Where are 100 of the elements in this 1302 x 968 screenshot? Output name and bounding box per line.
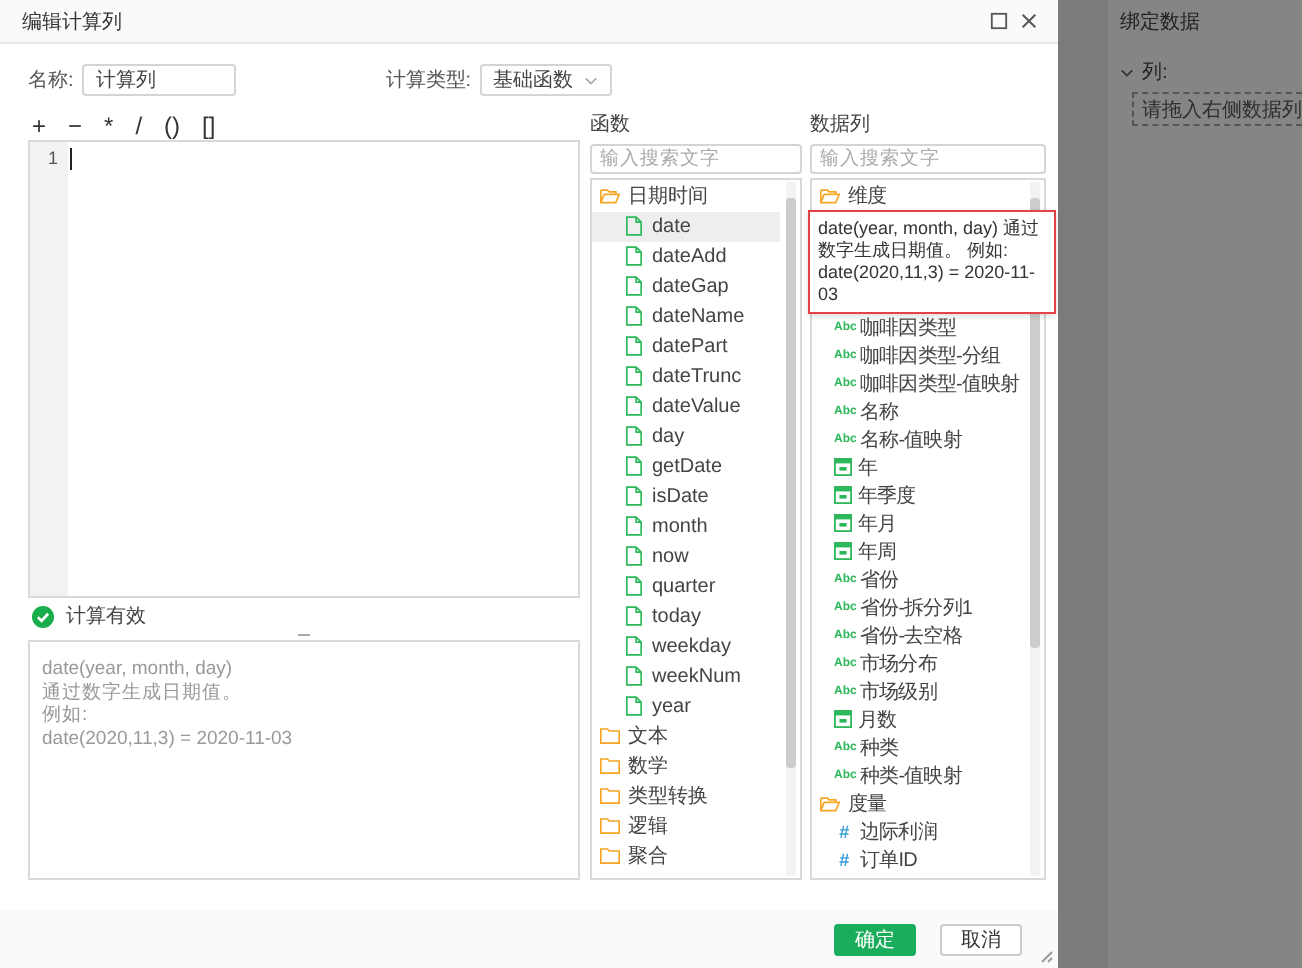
resize-grip-icon[interactable] [1038, 948, 1054, 964]
tooltip: date(year, month, day) 通过数字生成日期值。 例如: date(2020,11,3) = 2020-11-03 [808, 209, 1056, 314]
resize-handle[interactable] [298, 633, 310, 636]
column-name: 省份-去空格 [860, 623, 962, 650]
category-item[interactable]: 聚合 [592, 841, 780, 872]
function-item[interactable]: dateAdd [592, 241, 780, 272]
data-column-item[interactable]: # 订单ID [812, 845, 1028, 874]
data-column-item[interactable]: 月数 [812, 705, 1028, 734]
category-item[interactable]: 数学 [592, 751, 780, 782]
data-column-item[interactable]: # 边际利润 [812, 817, 1028, 846]
column-name: 月数 [858, 707, 897, 734]
function-item[interactable]: dateName [592, 301, 780, 332]
function-item[interactable]: dateGap [592, 271, 780, 302]
function-item[interactable]: datePart [592, 331, 780, 362]
function-item[interactable]: getDate [592, 451, 780, 482]
group-item[interactable]: 度量 [812, 789, 1028, 818]
document-icon [624, 366, 644, 387]
function-item[interactable]: weekNum [592, 661, 780, 692]
status-text: 计算有效 [66, 603, 146, 631]
document-icon [624, 576, 644, 597]
group-item[interactable]: 维度 [812, 181, 1028, 210]
cancel-button[interactable]: 取消 [940, 923, 1022, 955]
maximize-icon[interactable] [990, 12, 1008, 30]
function-item[interactable]: weekday [592, 631, 780, 662]
column-name: 省份-拆分列1 [860, 595, 973, 622]
function-item[interactable]: dateTrunc [592, 361, 780, 392]
column-name: 边际利润 [860, 819, 937, 846]
search-field[interactable]: 输入搜索文字 [810, 144, 1046, 174]
operator-button[interactable]: − [64, 114, 87, 138]
operator-button[interactable]: [] [198, 114, 220, 138]
function-item[interactable]: isDate [592, 481, 780, 512]
chevron-icon[interactable] [1120, 67, 1134, 77]
text-cursor [70, 148, 72, 170]
category-item[interactable]: 逻辑 [592, 811, 780, 842]
data-column-item[interactable]: 年月 [812, 509, 1028, 538]
data-column-item[interactable]: 年季度 [812, 481, 1028, 510]
panel-title: 绑定数据 [1120, 9, 1200, 36]
function-item[interactable]: date [592, 211, 780, 242]
column-name: 年周 [858, 539, 897, 566]
close-icon[interactable] [1020, 12, 1038, 30]
number-type-icon: # [834, 849, 854, 870]
drop-zone[interactable]: 请拖入右侧数据列 [1132, 92, 1302, 126]
calc-type-select[interactable]: 基础函数 [479, 64, 612, 96]
operator-button[interactable]: + [28, 114, 51, 138]
document-icon [624, 636, 644, 657]
function-item[interactable]: year [592, 691, 780, 722]
document-icon [624, 276, 644, 297]
operator-button[interactable]: () [160, 114, 185, 138]
formula-editor[interactable]: 1 [28, 140, 580, 599]
document-icon [624, 456, 644, 477]
category-name: 文本 [628, 723, 668, 751]
function-item[interactable]: quarter [592, 571, 780, 602]
function-item[interactable]: today [592, 601, 780, 632]
search-field[interactable]: 输入搜索文字 [590, 144, 802, 174]
category-name: 日期时间 [628, 183, 708, 211]
column-name: 年季度 [858, 483, 916, 510]
column-name: 咖啡因类型 [860, 315, 957, 342]
column-name: 名称 [860, 399, 899, 426]
operator-button[interactable]: * [100, 114, 118, 138]
document-icon [624, 516, 644, 537]
description-text: 例如: [42, 706, 90, 728]
data-column-item[interactable]: 年周 [812, 537, 1028, 566]
operator-button[interactable]: / [131, 114, 147, 138]
column-name: 市场分布 [860, 651, 937, 678]
column-name: 订单ID [860, 847, 917, 874]
document-icon [624, 426, 644, 447]
number-type-icon: # [834, 821, 854, 842]
column-name: 咖啡因类型-值映射 [860, 371, 1020, 398]
category-item[interactable]: 文本 [592, 721, 780, 752]
document-icon [624, 336, 644, 357]
name-field[interactable]: 计算列 [81, 64, 236, 96]
document-icon [624, 666, 644, 687]
data-column-item[interactable]: 年 [812, 453, 1028, 482]
calendar-icon [834, 486, 852, 505]
function-item[interactable]: dateValue [592, 391, 780, 422]
function-item[interactable]: day [592, 421, 780, 452]
calendar-icon [834, 458, 852, 477]
function-item[interactable]: now [592, 541, 780, 572]
chevron-down-icon [583, 75, 598, 85]
dialog-title: 编辑计算列 [22, 9, 122, 35]
section-label: 列: [1142, 60, 1168, 86]
category-name: 聚合 [628, 844, 668, 871]
category-item[interactable]: 日期时间 [592, 181, 780, 212]
scrollbar[interactable] [786, 181, 796, 876]
calendar-icon [834, 710, 852, 729]
column-name: 种类-值映射 [860, 763, 962, 790]
function-item[interactable]: month [592, 511, 780, 542]
column-name: 种类 [860, 735, 899, 762]
name-label: 名称: [28, 68, 74, 94]
column-name: 咖啡因类型-分组 [860, 343, 1001, 370]
column-name: 名称-值映射 [860, 427, 962, 454]
document-icon [624, 246, 644, 267]
calc-type-label: 计算类型: [385, 67, 472, 94]
calendar-icon [834, 542, 852, 561]
document-icon [624, 396, 644, 417]
column-name: 市场级别 [860, 679, 937, 706]
document-icon [624, 306, 644, 327]
category-item[interactable]: 类型转换 [592, 781, 780, 812]
group-name: 维度 [848, 183, 887, 210]
document-icon [624, 486, 644, 507]
